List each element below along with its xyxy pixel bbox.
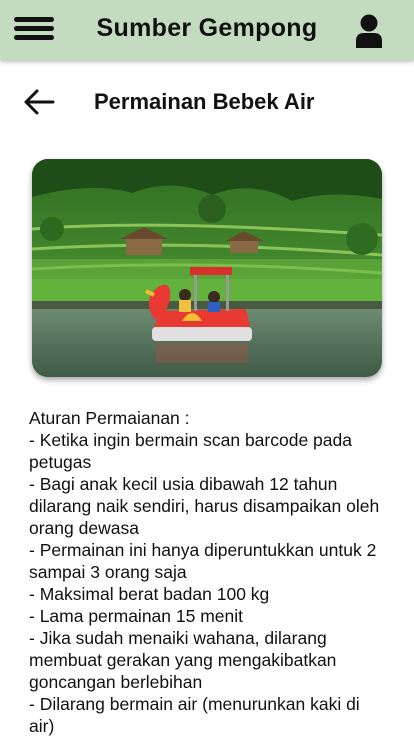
- rule-item: - Dilarang bermain air (menurunkan kaki …: [29, 694, 360, 736]
- rules-heading: Aturan Permaianan :: [29, 408, 190, 428]
- user-profile-icon[interactable]: [354, 14, 384, 48]
- rules-section: Aturan Permaianan : - Ketika ingin berma…: [29, 407, 389, 737]
- hero-image: [32, 159, 382, 377]
- rule-item: - Jika sudah menaiki wahana, dilarang me…: [29, 628, 337, 692]
- rule-item: - Ketika ingin bermain scan barcode pada…: [29, 430, 352, 472]
- rule-item: - Bagi anak kecil usia dibawah 12 tahun …: [29, 474, 380, 538]
- rule-item: - Lama permainan 15 menit: [29, 606, 243, 626]
- app-title: Sumber Gempong: [96, 14, 318, 42]
- page-title: Permainan Bebek Air: [94, 89, 315, 114]
- rule-item: - Permainan ini hanya diperuntukkan untu…: [29, 540, 377, 582]
- rule-item: - Maksimal berat badan 100 kg: [29, 584, 270, 604]
- back-arrow-icon[interactable]: [22, 87, 56, 117]
- app-bar: Sumber Gempong: [0, 0, 414, 60]
